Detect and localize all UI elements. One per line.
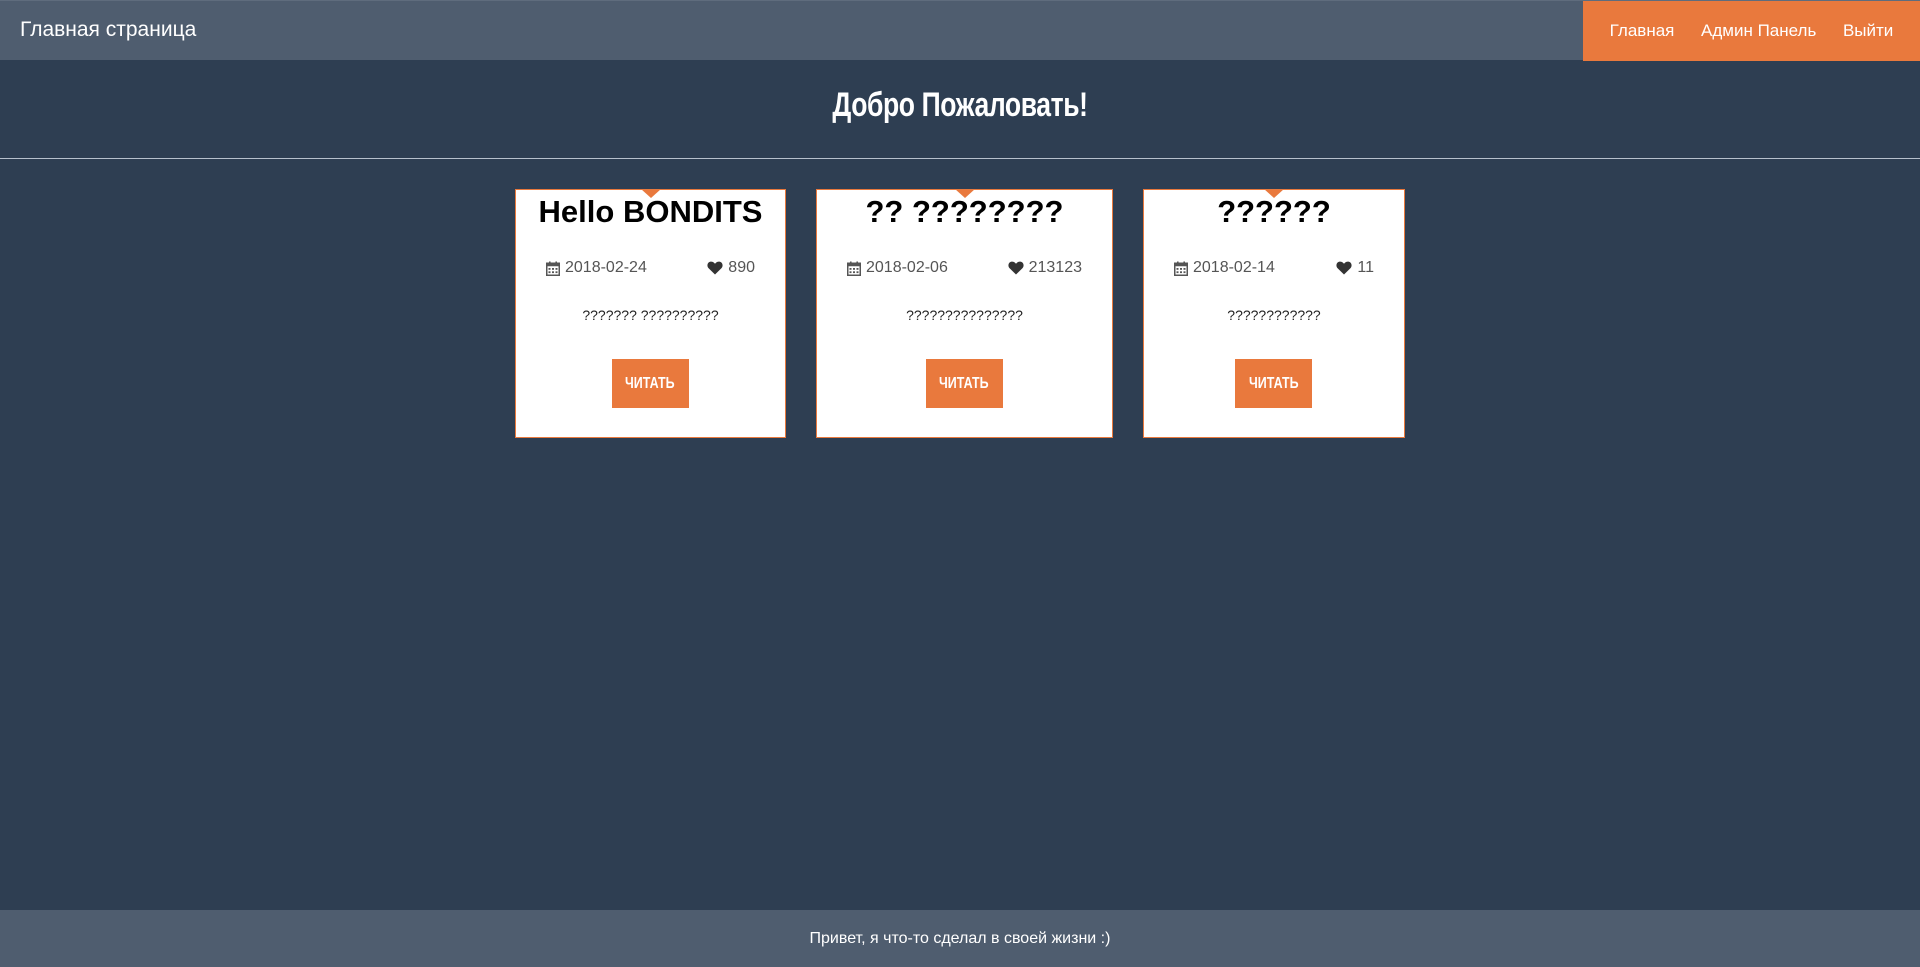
brand-link[interactable]: Главная страница: [20, 1, 196, 59]
nav-menu: Главная Админ Панель Выйти: [1583, 1, 1920, 61]
calendar-icon: [546, 261, 560, 276]
post-date: 2018-02-24: [546, 259, 647, 277]
post-likes-count: 213123: [1028, 259, 1082, 276]
read-button[interactable]: ЧИТАТЬ: [1235, 359, 1312, 408]
post-meta: 2018-02-06 213123: [847, 257, 1082, 279]
divider: [0, 158, 1920, 159]
post-date-text: 2018-02-14: [1193, 259, 1275, 276]
heart-icon: [1336, 261, 1352, 275]
post-date: 2018-02-06: [847, 259, 948, 277]
post-date-text: 2018-02-24: [565, 259, 647, 276]
post-likes-count: 890: [728, 259, 755, 276]
post-excerpt: ??????? ??????????: [582, 307, 719, 323]
post-excerpt: ???????????????: [906, 307, 1023, 323]
read-button-label: ЧИТАТЬ: [939, 375, 989, 392]
read-button-label: ЧИТАТЬ: [625, 375, 675, 392]
post-card: ?? ???????? 2018-02-06 213123 ??????????…: [816, 189, 1113, 438]
page-title: Добро Пожаловать!: [832, 86, 1088, 124]
post-title: Hello BONDITS: [538, 194, 763, 229]
nav-link-logout[interactable]: Выйти: [1843, 1, 1893, 61]
post-date-text: 2018-02-06: [866, 259, 948, 276]
heart-icon: [707, 261, 723, 275]
calendar-icon: [847, 261, 861, 276]
nav-link-home[interactable]: Главная: [1610, 1, 1675, 61]
post-date: 2018-02-14: [1174, 259, 1275, 277]
post-title: ?? ????????: [865, 194, 1064, 229]
post-title: ??????: [1217, 194, 1331, 229]
post-likes: 11: [1336, 259, 1374, 277]
read-button[interactable]: ЧИТАТЬ: [611, 359, 689, 408]
top-navbar: Главная страница Главная Админ Панель Вы…: [0, 0, 1920, 61]
post-excerpt: ????????????: [1227, 307, 1321, 323]
post-meta: 2018-02-14 11: [1174, 257, 1374, 279]
calendar-icon: [1174, 261, 1188, 276]
post-card: Hello BONDITS 2018-02-24 890 ??????? ???…: [515, 189, 786, 438]
read-button-label: ЧИТАТЬ: [1248, 375, 1299, 392]
post-likes-count: 11: [1357, 259, 1374, 276]
post-likes: 213123: [1008, 259, 1082, 277]
footer: Привет, я что-то сделал в своей жизни :): [0, 910, 1920, 967]
nav-link-admin-panel[interactable]: Админ Панель: [1701, 1, 1816, 61]
heart-icon: [1008, 261, 1024, 275]
post-meta: 2018-02-24 890: [546, 257, 755, 279]
read-button[interactable]: ЧИТАТЬ: [925, 359, 1003, 408]
footer-text: Привет, я что-то сделал в своей жизни :): [809, 930, 1111, 947]
post-likes: 890: [707, 259, 755, 277]
post-card: ?????? 2018-02-14 11 ???????????? ЧИТАТЬ: [1143, 189, 1405, 438]
